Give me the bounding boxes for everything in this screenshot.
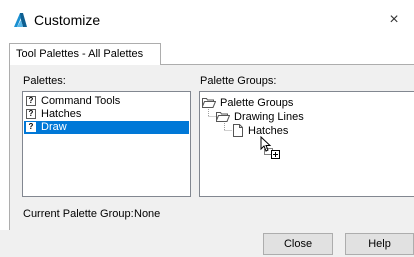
current-group-value: None	[134, 208, 161, 220]
close-icon[interactable]: ×	[384, 10, 404, 30]
palette-groups-tree[interactable]: Palette Groups Drawing Lines Hatches	[199, 91, 414, 197]
palette-item-icon: ?	[26, 122, 36, 132]
help-button[interactable]: Help	[345, 233, 414, 255]
close-button[interactable]: Close	[263, 233, 333, 255]
list-item[interactable]: ? Command Tools	[26, 95, 156, 108]
palettes-list[interactable]: ? Command Tools ? Hatches ? Draw	[22, 91, 191, 197]
list-item-selected[interactable]: ? Draw	[24, 121, 189, 134]
palette-groups-label: Palette Groups:	[200, 75, 277, 87]
list-item-label: Command Tools	[41, 95, 121, 107]
autocad-logo-icon	[14, 13, 27, 27]
tree-node-label: Palette Groups	[220, 97, 294, 109]
folder-open-icon	[202, 98, 216, 108]
document-icon	[233, 124, 243, 137]
palette-item-icon: ?	[26, 109, 36, 119]
folder-open-icon	[216, 112, 230, 122]
current-group-label: Current Palette Group:	[23, 208, 134, 220]
list-item-label: Hatches	[41, 108, 82, 120]
list-item[interactable]: ? Hatches	[26, 108, 156, 121]
palette-item-icon: ?	[26, 96, 36, 106]
palettes-label: Palettes:	[23, 75, 66, 87]
tree-node-label: Drawing Lines	[234, 111, 304, 123]
tab-panel: Palettes: ? Command Tools ? Hatches ? Dr…	[9, 64, 414, 230]
window-title: Customize	[34, 12, 101, 28]
tab-tool-palettes[interactable]: Tool Palettes - All Palettes	[9, 43, 161, 65]
button-bar: Close Help	[0, 230, 414, 257]
list-item-label: Draw	[41, 121, 67, 133]
drag-copy-cursor-icon	[260, 136, 280, 159]
title-bar: Customize ×	[0, 0, 414, 40]
